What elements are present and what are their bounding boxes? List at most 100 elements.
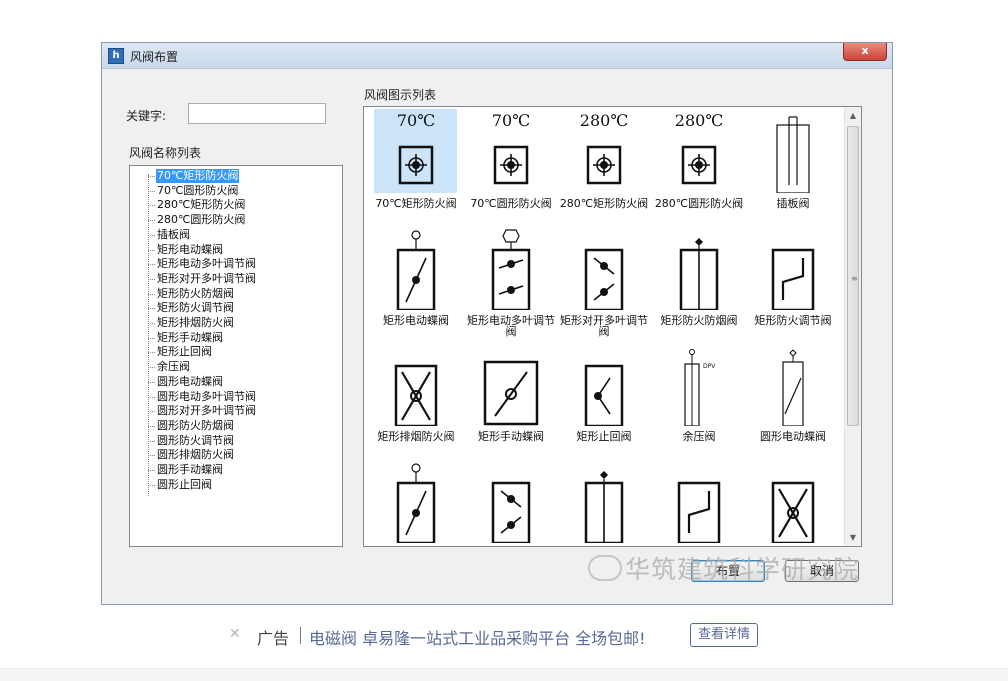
view-details-button[interactable]: 查看详情 [690, 623, 759, 647]
tree-connector [148, 381, 155, 383]
tree-item-label: 矩形手动蝶阀 [157, 330, 223, 344]
tree-connector [148, 367, 155, 369]
valve-icon-cell[interactable]: 矩形电动蝶阀 [369, 224, 463, 342]
tree-item-label: 矩形止回阀 [157, 345, 212, 359]
valve-icon-list[interactable]: 70℃ 70℃矩形防火阀 70℃ 70℃圆形防火阀 280℃ 280℃矩形防火阀 280℃ 2… [363, 106, 862, 547]
tree-connector [148, 411, 155, 413]
valve-label: 280℃圆形防火阀 [654, 197, 744, 210]
valve-icon-cell[interactable]: 70℃ 70℃矩形防火阀 [369, 107, 463, 225]
valve-layout-dialog: h 风阀布置 x 关键字: 风阀名称列表 70℃矩形防火阀 70℃圆形防火阀 280… [101, 42, 893, 605]
close-button[interactable]: x [843, 43, 887, 61]
valve-icon-cell[interactable]: 插板阀 [746, 107, 840, 225]
icon-list-title: 风阀图示列表 [364, 88, 437, 102]
name-list-title: 风阀名称列表 [129, 146, 202, 160]
tree-item-label: 圆形防火调节阀 [157, 433, 234, 447]
tree-item-label: 圆形排烟防火阀 [157, 448, 234, 462]
wechat-icon [588, 555, 622, 581]
tree-item-label: 余压阀 [157, 360, 190, 374]
valve-icon-cell[interactable]: 圆形电动蝶阀 [746, 340, 840, 458]
tree-item-label: 矩形排烟防火阀 [157, 316, 234, 329]
scroll-up-icon[interactable]: ▲ [845, 107, 861, 124]
scroll-thumb[interactable]: ≡ [847, 126, 859, 426]
valve-label: 280℃矩形防火阀 [559, 197, 649, 210]
keyword-label: 关键字: [126, 109, 167, 123]
tree-connector-line [148, 174, 149, 496]
tree-connector [148, 205, 155, 207]
valve-label: 圆形电动蝶阀 [760, 430, 826, 443]
tree-item-label: 矩形防火调节阀 [157, 301, 234, 315]
tree-item-label: 矩形防火防烟阀 [157, 286, 234, 300]
tree-connector [148, 352, 155, 354]
dpv-text: DPV [703, 363, 716, 370]
valve-icon-cell[interactable] [652, 457, 746, 546]
tree-connector [148, 190, 155, 192]
tree-connector [148, 396, 155, 398]
window-title: 风阀布置 [130, 50, 179, 64]
valve-label: 矩形电动蝶阀 [383, 314, 449, 327]
tree-connector [148, 425, 155, 427]
title-bar[interactable]: h 风阀布置 x [102, 43, 892, 69]
valve-label: 矩形止回阀 [576, 430, 632, 443]
tree-item-label: 矩形对开多叶调节阀 [157, 271, 256, 285]
tree-item-label: 280℃圆形防火阀 [157, 213, 246, 227]
tree-item-label: 矩形电动蝶阀 [157, 242, 223, 256]
valve-icon-cell[interactable]: 矩形对开多叶调节阀 [557, 224, 651, 342]
tree-connector [148, 220, 155, 222]
valve-name-tree[interactable]: 70℃矩形防火阀 70℃圆形防火阀 280℃矩形防火阀 280℃圆形防火阀 插板阀 矩形电… [129, 165, 343, 547]
tree-connector [148, 234, 155, 236]
app-icon: h [108, 48, 124, 64]
tree-connector [148, 249, 155, 251]
valve-icon-cell[interactable] [746, 457, 840, 546]
valve-icon-cell[interactable]: 矩形防火防烟阀 [652, 224, 746, 342]
vertical-scrollbar[interactable]: ▲ ≡ ▼ [844, 107, 861, 546]
valve-icon-cell[interactable] [464, 457, 558, 546]
valve-icon-cell[interactable] [557, 457, 651, 546]
ad-link[interactable]: 电磁阀 卓易隆一站式工业品采购平台 全场包邮! [309, 625, 646, 649]
scroll-down-icon[interactable]: ▼ [845, 529, 861, 546]
valve-label: 矩形防火调节阀 [754, 314, 832, 327]
tree-connector [148, 176, 155, 177]
tree-connector [148, 323, 155, 324]
tree-connector [148, 440, 155, 442]
grip-icon: ≡ [851, 274, 858, 283]
bottom-strip [0, 668, 1008, 681]
valve-icon-cell[interactable]: 280℃ 280℃矩形防火阀 [557, 107, 651, 225]
valve-icon-cell[interactable]: 矩形防火调节阀 [746, 224, 840, 342]
tree-item-label: 圆形对开多叶调节阀 [157, 404, 256, 418]
tree-item-label: 圆形电动蝶阀 [157, 374, 223, 388]
ad-bar: ✕ 广告 电磁阀 卓易隆一站式工业品采购平台 全场包邮! 查看详情 [0, 622, 1008, 650]
valve-label: 插板阀 [776, 197, 810, 210]
tree-item-label: 插板阀 [157, 227, 190, 241]
valve-label: 矩形电动多叶调节阀 [467, 314, 555, 338]
tree-connector [148, 264, 155, 266]
close-icon[interactable]: ✕ [229, 626, 241, 642]
valve-icon-cell[interactable]: DPV 余压阀 [652, 340, 746, 458]
tree-item-label: 圆形止回阀 [157, 477, 212, 491]
ad-tag: 广告 [257, 629, 290, 648]
tree-item-label: 矩形电动多叶调节阀 [157, 257, 256, 271]
valve-icon-cell[interactable]: 矩形排烟防火阀 [369, 340, 463, 458]
valve-label: 70℃圆形防火阀 [470, 197, 552, 210]
tree-connector [148, 337, 155, 339]
tree-item-label: 圆形防火防烟阀 [157, 418, 234, 432]
tree-connector [148, 484, 155, 486]
valve-label: 矩形对开多叶调节阀 [560, 314, 648, 338]
ad-divider [300, 627, 301, 644]
valve-icon-cell[interactable]: 矩形止回阀 [557, 340, 651, 458]
tree-item-label: 圆形手动蝶阀 [157, 463, 223, 476]
tree-connector [148, 470, 155, 471]
valve-icon-cell[interactable] [369, 457, 463, 546]
valve-icon-cell[interactable]: 280℃ 280℃圆形防火阀 [652, 107, 746, 225]
tree-connector [148, 293, 155, 295]
valve-icon-cell[interactable]: 70℃ 70℃圆形防火阀 [464, 107, 558, 225]
valve-label: 矩形手动蝶阀 [478, 430, 544, 443]
valve-icon-cell[interactable]: 矩形手动蝶阀 [464, 340, 558, 458]
valve-label: 70℃矩形防火阀 [375, 197, 457, 210]
valve-label: 矩形排烟防火阀 [377, 430, 455, 443]
watermark: 华筑建筑科学研究院 [625, 555, 860, 584]
tree-connector [148, 455, 155, 457]
keyword-input[interactable] [188, 103, 326, 124]
tree-connector [148, 278, 155, 280]
valve-icon-cell[interactable]: 矩形电动多叶调节阀 [464, 224, 558, 342]
tree-item-label: 280℃矩形防火阀 [157, 198, 246, 212]
